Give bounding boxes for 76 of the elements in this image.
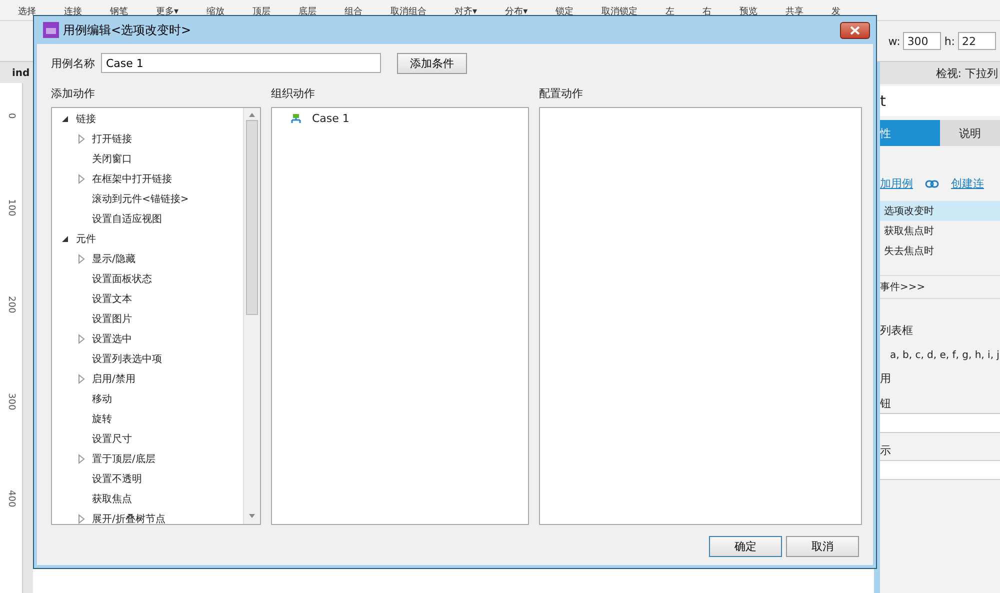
case-item[interactable]: Case 1 bbox=[312, 112, 350, 125]
tree-item[interactable]: 设置尺寸 bbox=[92, 432, 132, 446]
tree-item[interactable]: 设置不透明 bbox=[92, 472, 142, 486]
tree-item[interactable]: 旋转 bbox=[92, 412, 112, 426]
scroll-up-icon[interactable] bbox=[248, 112, 256, 118]
tree-item[interactable]: 在框架中打开链接 bbox=[92, 172, 172, 186]
close-button[interactable] bbox=[840, 22, 870, 38]
tree-item[interactable]: 设置文本 bbox=[92, 292, 132, 306]
ruler-number: 200 bbox=[6, 296, 16, 314]
toolbar-button[interactable]: 选择 bbox=[18, 5, 36, 20]
expanded-arrow-icon[interactable] bbox=[60, 234, 70, 244]
tree-item[interactable]: 设置面板状态 bbox=[92, 272, 152, 286]
add-condition-button[interactable]: 添加条件 bbox=[397, 52, 467, 74]
link-icon bbox=[925, 180, 939, 188]
ok-button[interactable]: 确定 bbox=[709, 536, 782, 557]
width-label: w: bbox=[888, 34, 900, 48]
close-icon bbox=[850, 26, 860, 34]
height-field[interactable]: 22 bbox=[958, 32, 996, 50]
case-name-label: 用例名称 bbox=[51, 56, 95, 70]
inspector-header: 检视: 下拉列 bbox=[880, 62, 1000, 84]
inspector-tab[interactable]: 说明 bbox=[940, 120, 1000, 146]
tree-item[interactable]: 链接 bbox=[76, 112, 96, 126]
scrollbar[interactable] bbox=[243, 108, 260, 524]
tree-item[interactable]: 移动 bbox=[92, 392, 112, 406]
cancel-button[interactable]: 取消 bbox=[786, 536, 859, 557]
list-options: a, b, c, d, e, f, g, h, i, j, bbox=[890, 350, 1000, 361]
ruler-number: 300 bbox=[6, 393, 16, 410]
inspector-tab[interactable]: 性 bbox=[880, 120, 940, 146]
widget-name: t bbox=[880, 86, 1000, 116]
property-label: 示 bbox=[880, 443, 892, 458]
collapsed-arrow-icon[interactable] bbox=[76, 174, 86, 184]
flow-icon bbox=[290, 114, 302, 124]
tree-item[interactable]: 打开链接 bbox=[92, 132, 132, 146]
add-case-link[interactable]: 加用例 bbox=[880, 176, 913, 191]
collapsed-arrow-icon[interactable] bbox=[76, 134, 86, 144]
tree-item[interactable]: 启用/禁用 bbox=[92, 372, 136, 386]
tree-item[interactable]: 显示/隐藏 bbox=[92, 252, 136, 266]
tree-item[interactable]: 滚动到元件<锚链接> bbox=[92, 192, 189, 206]
event-item[interactable]: 选项改变时 bbox=[880, 201, 1000, 221]
tree-item[interactable]: 设置图片 bbox=[92, 312, 132, 326]
app-icon bbox=[43, 22, 59, 38]
expanded-arrow-icon[interactable] bbox=[60, 114, 70, 124]
column-heading: 添加动作 bbox=[51, 86, 96, 101]
collapsed-arrow-icon[interactable] bbox=[76, 254, 86, 264]
case-name-field[interactable]: Case 1 bbox=[101, 53, 381, 73]
property-label: 钮 bbox=[880, 396, 892, 411]
event-item[interactable]: 获取焦点时 bbox=[880, 221, 1000, 241]
property-label: 用 bbox=[880, 371, 892, 386]
width-field[interactable]: 300 bbox=[903, 32, 942, 50]
column-heading: 配置动作 bbox=[539, 86, 584, 101]
tree-item[interactable]: 展开/折叠树节点 bbox=[92, 512, 166, 526]
tree-item[interactable]: 设置选中 bbox=[92, 332, 132, 346]
collapsed-arrow-icon[interactable] bbox=[76, 514, 86, 524]
collapsed-arrow-icon[interactable] bbox=[76, 374, 86, 384]
tree-item[interactable]: 元件 bbox=[76, 232, 96, 246]
more-events-link[interactable]: 事件>>> bbox=[880, 275, 1000, 299]
ruler-number: 100 bbox=[6, 198, 16, 216]
tree-item[interactable]: 置于顶层/底层 bbox=[92, 452, 156, 466]
widget-type: 列表框 bbox=[880, 323, 914, 338]
collapsed-arrow-icon[interactable] bbox=[76, 334, 86, 344]
ruler-number: 400 bbox=[6, 490, 16, 508]
column-heading: 组织动作 bbox=[271, 86, 316, 101]
page-tab[interactable]: ind bbox=[0, 62, 30, 83]
height-label: h: bbox=[944, 34, 955, 48]
tree-item[interactable]: 关闭窗口 bbox=[92, 152, 132, 166]
tree-item[interactable]: 获取焦点 bbox=[92, 492, 132, 506]
event-item[interactable]: 失去焦点时 bbox=[880, 241, 1000, 261]
tree-item[interactable]: 设置自适应视图 bbox=[92, 212, 162, 226]
tree-item[interactable]: 设置列表选中项 bbox=[92, 352, 162, 366]
create-link[interactable]: 创建连 bbox=[951, 176, 984, 191]
collapsed-arrow-icon[interactable] bbox=[76, 454, 86, 464]
property-field[interactable] bbox=[880, 460, 1000, 480]
scroll-down-icon[interactable] bbox=[248, 513, 256, 519]
ruler-number: 0 bbox=[6, 113, 16, 119]
dialog-title: 用例编辑<选项改变时> bbox=[63, 22, 192, 38]
property-field[interactable] bbox=[880, 413, 1000, 433]
